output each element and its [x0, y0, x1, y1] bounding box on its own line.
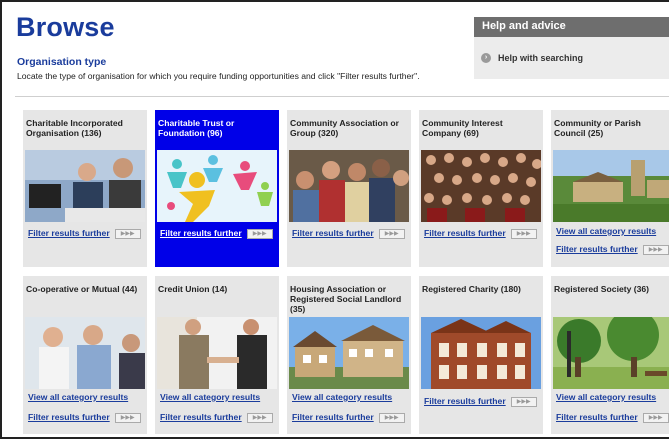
dancing-figures-illustration[interactable] [157, 150, 277, 222]
view-all-category-results-link[interactable]: View all category results [160, 392, 260, 402]
filter-results-link[interactable]: Filter results further ▶▶▶ [424, 396, 537, 407]
arrow-pill-icon: ▶▶▶ [246, 228, 273, 239]
card-title: Community Interest Company (69) [422, 118, 503, 138]
category-card: Charitable Incorporated Organisation (13… [23, 110, 147, 267]
filter-results-link[interactable]: Filter results further ▶▶▶ [160, 228, 273, 239]
card-title: Credit Union (14) [158, 284, 228, 294]
park-photo[interactable] [553, 317, 669, 389]
arrow-pill-icon: ▶▶▶ [378, 228, 405, 239]
arrow-pill-icon: ▶▶▶ [510, 396, 537, 407]
arrow-pill-icon: ▶▶▶ [246, 412, 273, 423]
filter-results-link[interactable]: Filter results further ▶▶▶ [292, 228, 405, 239]
category-card: Co-operative or Mutual (44) View all cat… [23, 276, 147, 434]
filter-results-link[interactable]: Filter results further ▶▶▶ [556, 412, 669, 423]
card-title: Community or Parish Council (25) [554, 118, 641, 138]
handshake-photo[interactable] [157, 317, 277, 389]
arrow-pill-icon: ▶▶▶ [114, 228, 141, 239]
help-link-label: Help with searching [498, 53, 584, 63]
village-photo[interactable] [553, 150, 669, 222]
office-people-photo[interactable] [25, 150, 145, 222]
help-panel-title: Help and advice [474, 17, 669, 37]
card-title: Registered Charity (180) [422, 284, 521, 294]
category-card-selected: Charitable Trust or Foundation (96) Filt… [155, 110, 279, 267]
team-meeting-photo[interactable] [25, 317, 145, 389]
filter-results-link[interactable]: Filter results further ▶▶▶ [292, 412, 405, 423]
filter-results-link[interactable]: Filter results further ▶▶▶ [424, 228, 537, 239]
filter-results-link[interactable]: Filter results further ▶▶▶ [28, 228, 141, 239]
view-all-category-results-link[interactable]: View all category results [292, 392, 392, 402]
view-all-category-results-link[interactable]: View all category results [556, 226, 656, 236]
card-title: Community Association or Group (320) [290, 118, 400, 138]
filter-results-link[interactable]: Filter results further ▶▶▶ [28, 412, 141, 423]
brick-building-photo[interactable] [421, 317, 541, 389]
arrow-pill-icon: ▶▶▶ [642, 244, 669, 255]
arrow-pill-icon: ▶▶▶ [642, 412, 669, 423]
filter-results-link[interactable]: Filter results further ▶▶▶ [160, 412, 273, 423]
filter-results-link[interactable]: Filter results further ▶▶▶ [556, 244, 669, 255]
category-card: Community Interest Company (69) Filter r… [419, 110, 543, 267]
card-title: Charitable Trust or Foundation (96) [158, 118, 235, 138]
help-with-searching-link[interactable]: › Help with searching [481, 53, 583, 63]
arrow-pill-icon: ▶▶▶ [510, 228, 537, 239]
category-card: Community or Parish Council (25) View al… [551, 110, 669, 267]
group-people-photo[interactable] [289, 150, 409, 222]
section-heading: Organisation type [17, 56, 107, 68]
circle-arrow-icon: › [481, 53, 491, 63]
view-all-category-results-link[interactable]: View all category results [28, 392, 128, 402]
divider [15, 96, 669, 97]
card-title: Housing Association or Registered Social… [290, 284, 402, 314]
category-card: Credit Union (14) View all category resu… [155, 276, 279, 434]
category-card: Registered Charity (180) Filter results … [419, 276, 543, 434]
arrow-pill-icon: ▶▶▶ [114, 412, 141, 423]
category-card: Registered Society (36) View all categor… [551, 276, 669, 434]
houses-photo[interactable] [289, 317, 409, 389]
category-card: Housing Association or Registered Social… [287, 276, 411, 434]
category-card: Community Association or Group (320) Fil… [287, 110, 411, 267]
card-title: Co-operative or Mutual (44) [26, 284, 138, 294]
page-title: Browse [16, 12, 115, 42]
arrow-pill-icon: ▶▶▶ [378, 412, 405, 423]
help-panel: Help and advice › Help with searching [474, 17, 669, 79]
view-all-category-results-link[interactable]: View all category results [556, 392, 656, 402]
instruction-text: Locate the type of organisation for whic… [17, 71, 420, 81]
card-title: Charitable Incorporated Organisation (13… [26, 118, 123, 138]
crowd-photo[interactable] [421, 150, 541, 222]
card-title: Registered Society (36) [554, 284, 650, 294]
